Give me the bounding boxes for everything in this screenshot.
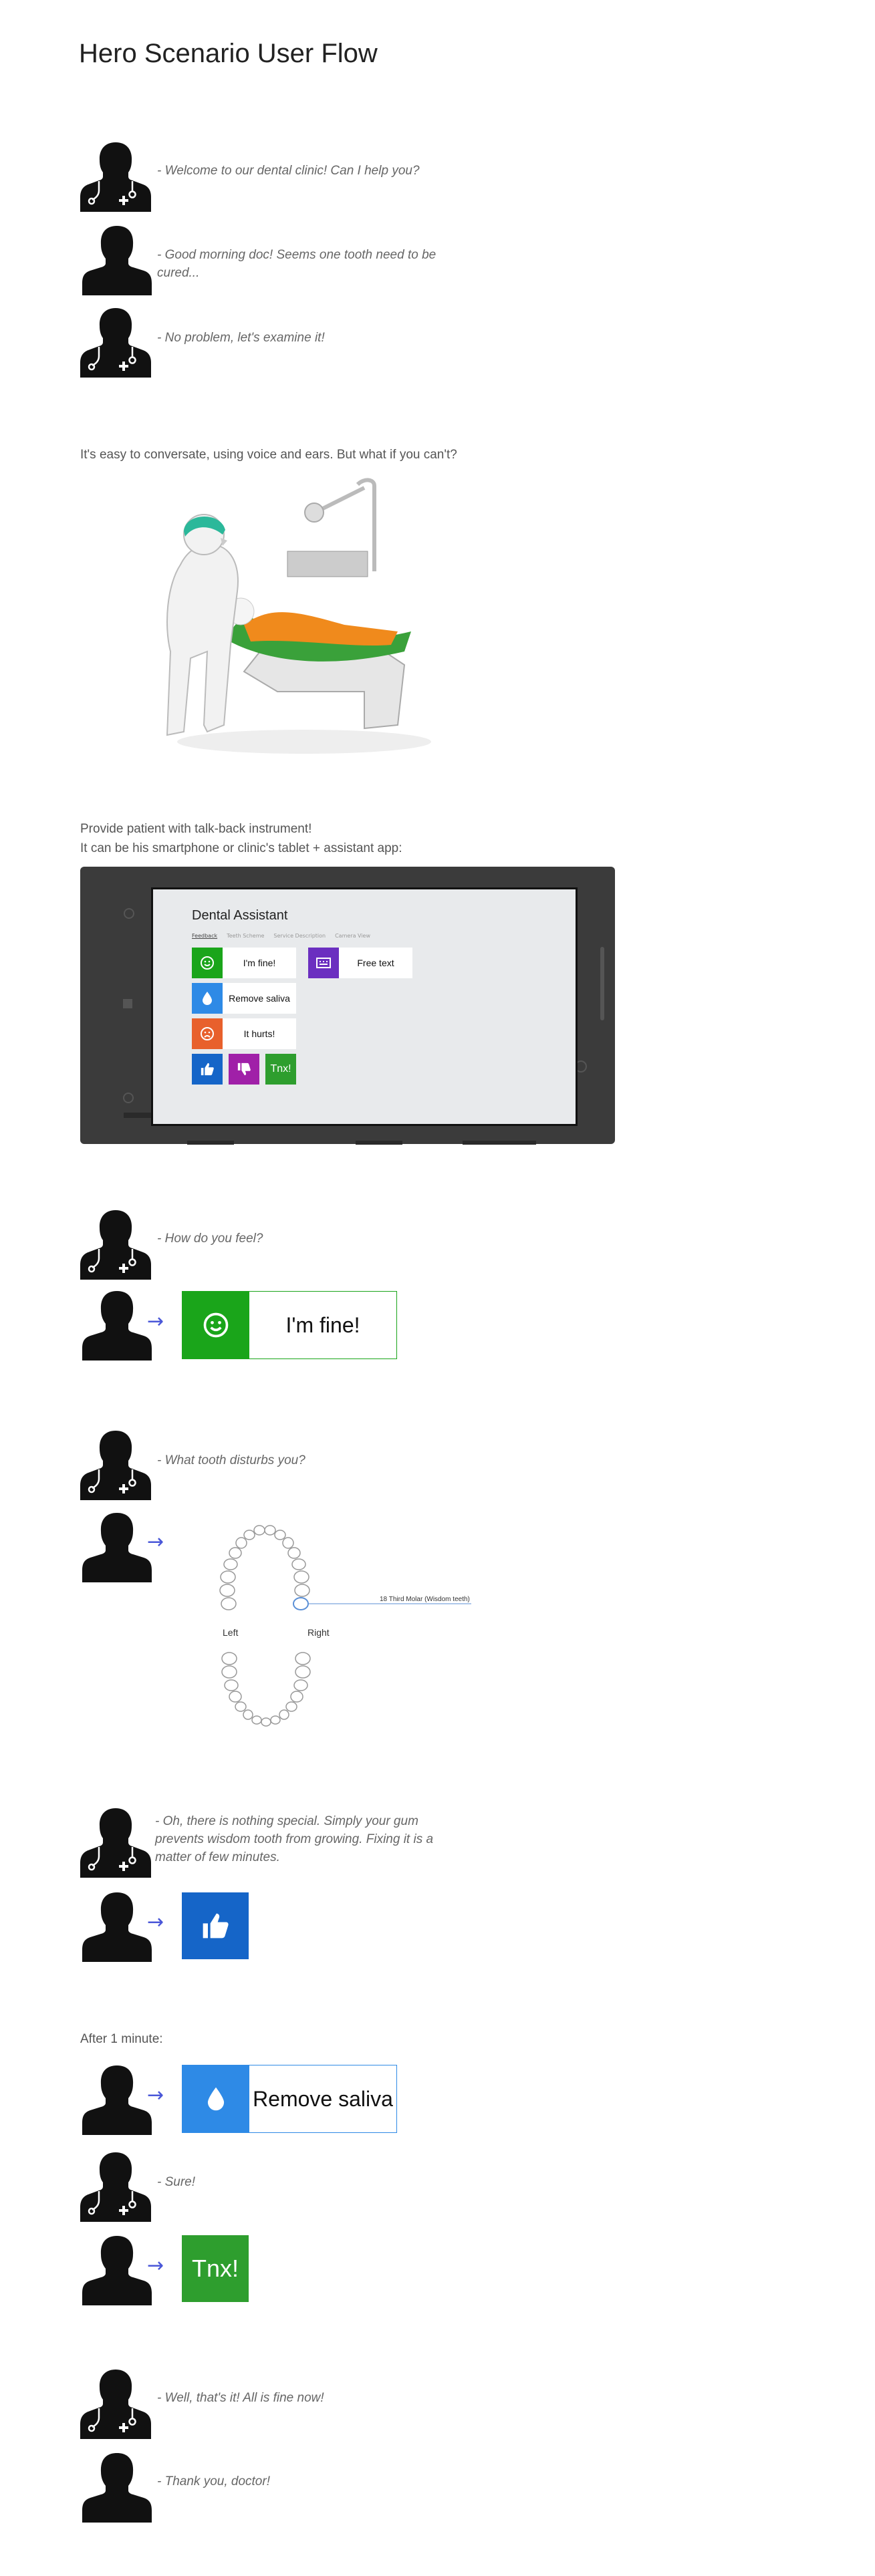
thumbs-down-button[interactable] [229, 1054, 259, 1085]
teeth-scheme: 18 Third Molar (Wisdom teeth) Left Right [219, 1525, 471, 1727]
after-minute-label: After 1 minute: [80, 2032, 163, 2046]
tab-camera-view[interactable]: Camera View [335, 933, 370, 939]
conversation-note: It's easy to conversate, using voice and… [80, 448, 457, 462]
doctor-avatar-icon [79, 304, 152, 378]
patient-avatar-icon [80, 1287, 154, 1361]
thanks-tile[interactable]: Tnx! [182, 2235, 249, 2302]
app-screen: Dental Assistant Feedback Teeth Scheme S… [151, 887, 578, 1126]
dialog-line: - Well, that's it! All is fine now! [157, 2391, 324, 2405]
drop-icon [192, 983, 223, 1014]
patient-avatar-icon [80, 1888, 154, 1962]
patient-avatar-icon [80, 2061, 154, 2135]
saliva-tile[interactable]: Remove saliva [182, 2065, 397, 2133]
keyboard-icon [308, 948, 339, 978]
dialog-line: - What tooth disturbs you? [157, 1453, 305, 1467]
dentist-illustration [166, 478, 431, 754]
upper-jaw [219, 1525, 310, 1610]
tab-teeth-scheme[interactable]: Teeth Scheme [227, 933, 264, 939]
free-text-button[interactable]: Free text [308, 948, 412, 978]
app-tabs: Feedback Teeth Scheme Service Descriptio… [192, 933, 370, 939]
drop-icon [182, 2065, 249, 2132]
hurts-button-label: It hurts! [243, 1028, 275, 1039]
search-icon[interactable] [123, 1093, 134, 1103]
saliva-button[interactable]: Remove saliva [192, 983, 296, 1014]
thumbs-up-icon [203, 1913, 229, 1939]
doctor-avatar-icon [79, 138, 152, 212]
windows-icon[interactable] [123, 999, 132, 1008]
thumbs-up-tile[interactable] [182, 1892, 249, 1959]
dialog-line: - Welcome to our dental clinic! Can I he… [157, 164, 420, 178]
arrow-icon: → [147, 2084, 164, 2107]
thanks-button[interactable]: Tnx! [265, 1054, 296, 1085]
patient-avatar-icon [80, 1509, 154, 1582]
doctor-avatar-icon [79, 1427, 152, 1500]
tablet-device: Dental Assistant Feedback Teeth Scheme S… [80, 867, 615, 1145]
app-title: Dental Assistant [192, 908, 288, 923]
doctor-avatar-icon [79, 1206, 152, 1280]
doctor-avatar-icon [79, 2148, 152, 2222]
fine-button[interactable]: I'm fine! [192, 948, 296, 978]
arrow-icon: → [147, 1310, 164, 1333]
gum-line-3: matter of few minutes. [155, 1850, 280, 1864]
selected-tooth[interactable] [293, 1597, 309, 1610]
fine-tile-label: I'm fine! [285, 1312, 360, 1337]
smile-icon [192, 948, 223, 978]
patient-avatar-icon [80, 2449, 154, 2523]
thumbs-up-icon [201, 1062, 214, 1076]
free-text-button-label: Free text [357, 958, 394, 968]
arrow-icon: → [147, 1530, 164, 1554]
gum-explanation: - Oh, there is nothing special. Simply y… [155, 1812, 463, 1866]
gum-line-1: - Oh, there is nothing special. Simply y… [155, 1814, 418, 1828]
arrow-icon: → [147, 2254, 164, 2277]
fine-tile[interactable]: I'm fine! [182, 1291, 397, 1359]
dialog-line: - Thank you, doctor! [157, 2474, 270, 2488]
patient-avatar-icon [80, 222, 154, 295]
left-label: Left [223, 1627, 238, 1638]
doctor-avatar-icon [79, 1804, 152, 1878]
thumbs-up-button[interactable] [192, 1054, 223, 1085]
saliva-button-label: Remove saliva [229, 993, 290, 1004]
tooth-label: 18 Third Molar (Wisdom teeth) [380, 1596, 470, 1603]
dialog-line: - Sure! [157, 2175, 196, 2189]
patient-avatar-icon [80, 2232, 154, 2305]
hurts-button[interactable]: It hurts! [192, 1018, 296, 1049]
sad-face-icon [192, 1018, 223, 1049]
dialog-line: - Good morning doc! Seems one tooth need… [157, 248, 436, 280]
back-icon[interactable] [124, 908, 134, 919]
arrow-icon: → [147, 1910, 164, 1934]
right-label: Right [307, 1627, 330, 1638]
smile-icon [182, 1292, 249, 1358]
fine-button-label: I'm fine! [243, 958, 276, 968]
thumbs-down-icon [237, 1062, 251, 1076]
tab-feedback[interactable]: Feedback [192, 933, 217, 939]
doctor-avatar-icon [79, 2366, 152, 2439]
dialog-line: - How do you feel? [157, 1232, 263, 1246]
lower-jaw [221, 1652, 311, 1727]
instrument-note-line2: It can be his smartphone or clinic's tab… [80, 841, 402, 855]
instrument-note-line1: Provide patient with talk-back instrumen… [80, 822, 312, 836]
dialog-line: - No problem, let's examine it! [157, 331, 325, 345]
page-title: Hero Scenario User Flow [79, 39, 378, 68]
gum-line-2: prevents wisdom tooth from growing. Fixi… [155, 1832, 434, 1846]
tab-service-description[interactable]: Service Description [273, 933, 326, 939]
saliva-tile-label: Remove saliva [253, 2086, 393, 2111]
